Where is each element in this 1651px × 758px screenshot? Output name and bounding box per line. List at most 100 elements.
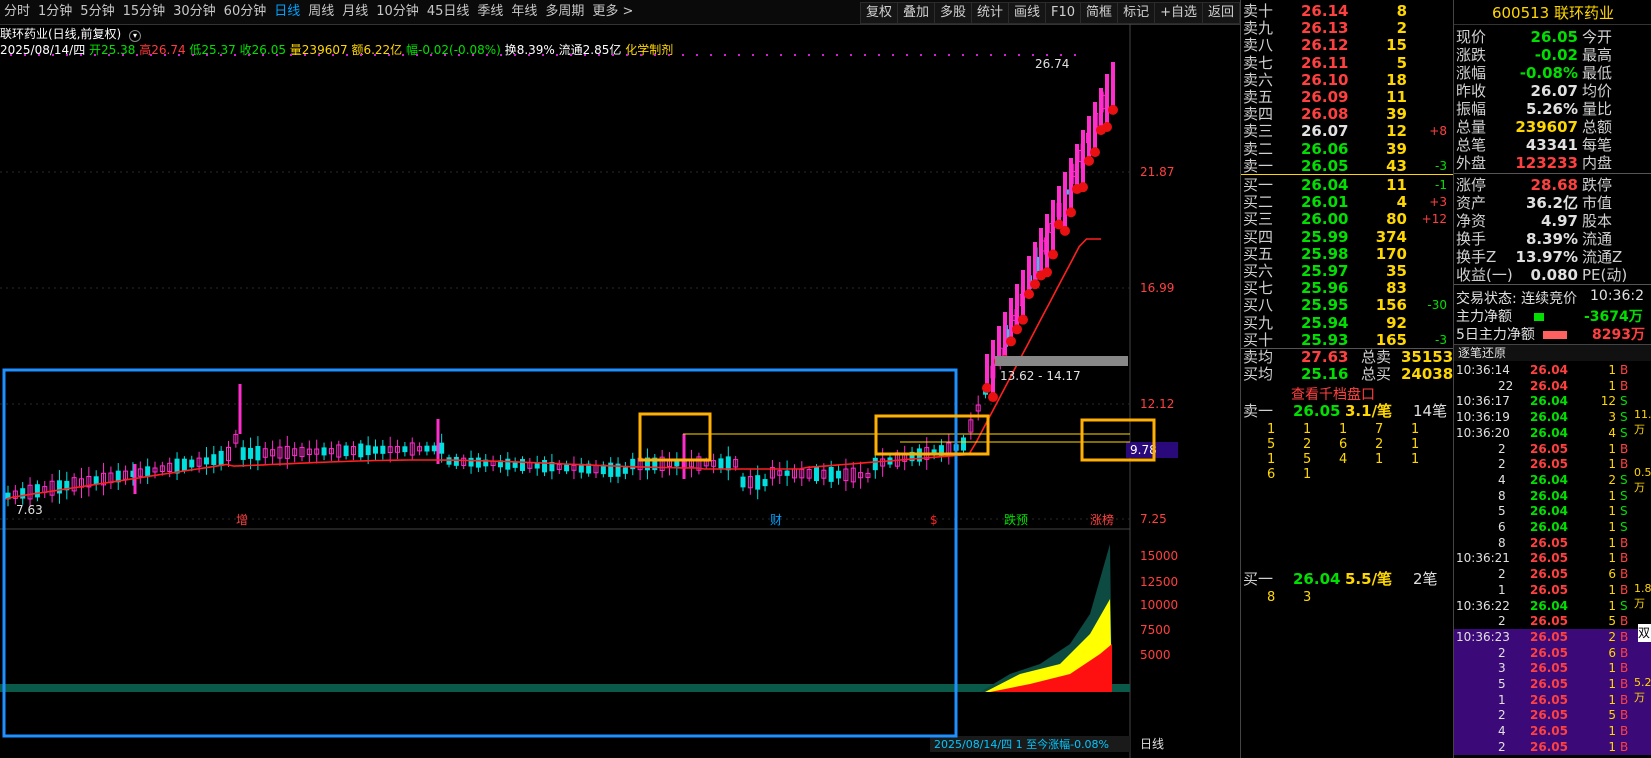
event-marker[interactable]: 增 <box>236 513 248 527</box>
book-row[interactable]: 卖六 26.10 18 <box>1241 71 1453 89</box>
signal-dot <box>570 54 572 56</box>
book-row[interactable]: 卖九 26.13 2 <box>1241 19 1453 37</box>
book-row[interactable]: 买六 25.97 35 <box>1241 262 1453 280</box>
event-marker[interactable]: $ <box>930 513 938 527</box>
book-change: +3 <box>1429 195 1447 210</box>
period-tab[interactable]: 年线 <box>507 0 541 24</box>
quote-value: 36.2亿 <box>1525 194 1578 212</box>
book-row[interactable]: 卖一 26.05 43 -3 <box>1241 157 1453 175</box>
bottom-period[interactable]: 日线 <box>1140 737 1164 751</box>
event-marker[interactable]: 涨榜 <box>1090 512 1114 527</box>
event-marker[interactable]: 财 <box>770 513 782 527</box>
book-row[interactable]: 买三 26.00 80 +12 <box>1241 210 1453 228</box>
tool-button[interactable]: 复权 <box>859 2 898 24</box>
kline-chart[interactable]: 21.8716.9912.127.259.7815000125001000075… <box>0 24 1240 758</box>
signal-dot <box>1046 54 1048 56</box>
double-click-popup[interactable]: 双击 <box>1638 624 1651 642</box>
tool-button[interactable]: 画线 <box>1008 2 1047 24</box>
tool-button[interactable]: 多股 <box>933 2 972 24</box>
event-marker[interactable]: 跌预 <box>1004 512 1028 527</box>
book-row[interactable]: 买二 26.01 4 +3 <box>1241 193 1453 211</box>
book-volume: 83 <box>1386 279 1407 298</box>
period-tab[interactable]: 更多 > <box>588 0 637 24</box>
quote-label-2: PE(动) <box>1582 266 1628 284</box>
book-row[interactable]: 买九 25.94 92 <box>1241 314 1453 332</box>
candle-body <box>255 446 261 461</box>
period-tab[interactable]: 1分钟 <box>34 0 76 24</box>
candle-body <box>365 445 371 456</box>
tool-button[interactable]: 标记 <box>1117 2 1156 24</box>
avg-label: 买均 <box>1243 365 1274 383</box>
tool-button[interactable]: F10 <box>1045 2 1082 24</box>
tick-side: B <box>1620 567 1629 582</box>
queue-cell: 5 <box>1303 452 1312 467</box>
book-volume: 92 <box>1386 313 1407 332</box>
period-tab[interactable]: 周线 <box>304 0 338 24</box>
book-row[interactable]: 买一 26.04 11 -1 <box>1241 176 1453 194</box>
quote-label-2: 均价 <box>1582 82 1613 100</box>
tick-side: B <box>1620 708 1629 723</box>
tool-button[interactable]: +自选 <box>1154 2 1203 24</box>
tool-button[interactable]: 简框 <box>1080 2 1119 24</box>
book-row[interactable]: 卖八 26.12 15 <box>1241 36 1453 54</box>
signal-dot <box>892 54 894 56</box>
tick-row: 1 26.05 1 B <box>1454 691 1651 708</box>
book-row[interactable]: 卖五 26.09 11 <box>1241 88 1453 106</box>
price-tick: 7.25 <box>1140 512 1167 526</box>
rally-candle <box>1075 144 1079 186</box>
period-tab[interactable]: 30分钟 <box>169 0 220 24</box>
queue-cell: 1 <box>1267 452 1276 467</box>
ticks-header[interactable]: 逐笔还原 <box>1454 344 1651 361</box>
signal-dot <box>780 54 782 56</box>
book-level-label: 买二 <box>1243 193 1274 212</box>
tool-button[interactable]: 返回 <box>1201 2 1240 24</box>
tick-time: 2 <box>1498 739 1506 754</box>
period-tab[interactable]: 季线 <box>473 0 507 24</box>
book-row[interactable]: 卖三 26.07 12 +8 <box>1241 122 1453 140</box>
tick-price: 26.05 <box>1530 582 1568 597</box>
book-row[interactable]: 买八 25.95 156 -30 <box>1241 296 1453 314</box>
book-row[interactable]: 卖二 26.06 39 <box>1241 140 1453 158</box>
book-price: 25.93 <box>1301 330 1349 349</box>
book-row[interactable]: 买十 25.93 165 -3 <box>1241 331 1453 349</box>
queue-avg: 5.5/笔 <box>1345 570 1393 588</box>
tool-button[interactable]: 统计 <box>970 2 1009 24</box>
book-row[interactable]: 卖十 26.14 8 <box>1241 2 1453 20</box>
book-level-label: 卖七 <box>1243 53 1274 72</box>
period-tab[interactable]: 日线 <box>270 0 304 24</box>
signal-dot <box>234 54 236 56</box>
book-volume: 39 <box>1386 139 1407 158</box>
quote-value: 13.97% <box>1515 248 1578 266</box>
candle-body <box>218 450 224 466</box>
queue-cell: 1 <box>1267 422 1276 437</box>
book-price: 25.95 <box>1301 296 1349 315</box>
period-tab[interactable]: 60分钟 <box>220 0 271 24</box>
book-volume: 15 <box>1386 36 1407 55</box>
queue-header: 买一 26.04 5.5/笔 2笔 <box>1241 570 1453 588</box>
period-tab[interactable]: 15分钟 <box>119 0 170 24</box>
book-row[interactable]: 买四 25.99 374 <box>1241 228 1453 246</box>
limit-up-badge <box>1060 225 1070 236</box>
quote-row: 净资 4.97 股本 <box>1454 212 1651 230</box>
stock-name: 联环药业 <box>1554 4 1615 22</box>
period-tab[interactable]: 45日线 <box>423 0 474 24</box>
tick-volume: 1 <box>1608 488 1616 503</box>
period-tab[interactable]: 5分钟 <box>76 0 118 24</box>
signal-dot <box>318 54 320 56</box>
tick-time: 4 <box>1498 472 1506 487</box>
book-row[interactable]: 买七 25.96 83 <box>1241 279 1453 297</box>
book-row[interactable]: 卖四 26.08 39 <box>1241 105 1453 123</box>
period-tab[interactable]: 分时 <box>0 0 34 24</box>
book-row[interactable]: 买五 25.98 170 <box>1241 245 1453 263</box>
period-tab[interactable]: 多周期 <box>541 0 588 24</box>
signal-dot <box>192 54 194 56</box>
tick-time: 5 <box>1498 504 1506 519</box>
book-row[interactable]: 卖七 26.11 5 <box>1241 54 1453 72</box>
tool-button[interactable]: 叠加 <box>896 2 935 24</box>
candle-body <box>189 459 195 468</box>
period-tab[interactable]: 10分钟 <box>372 0 423 24</box>
view-depth-link[interactable]: 查看千档盘口 <box>1291 384 1375 404</box>
period-tab[interactable]: 月线 <box>338 0 372 24</box>
volume-tick: 7500 <box>1140 623 1171 637</box>
tick-side: B <box>1620 582 1629 597</box>
